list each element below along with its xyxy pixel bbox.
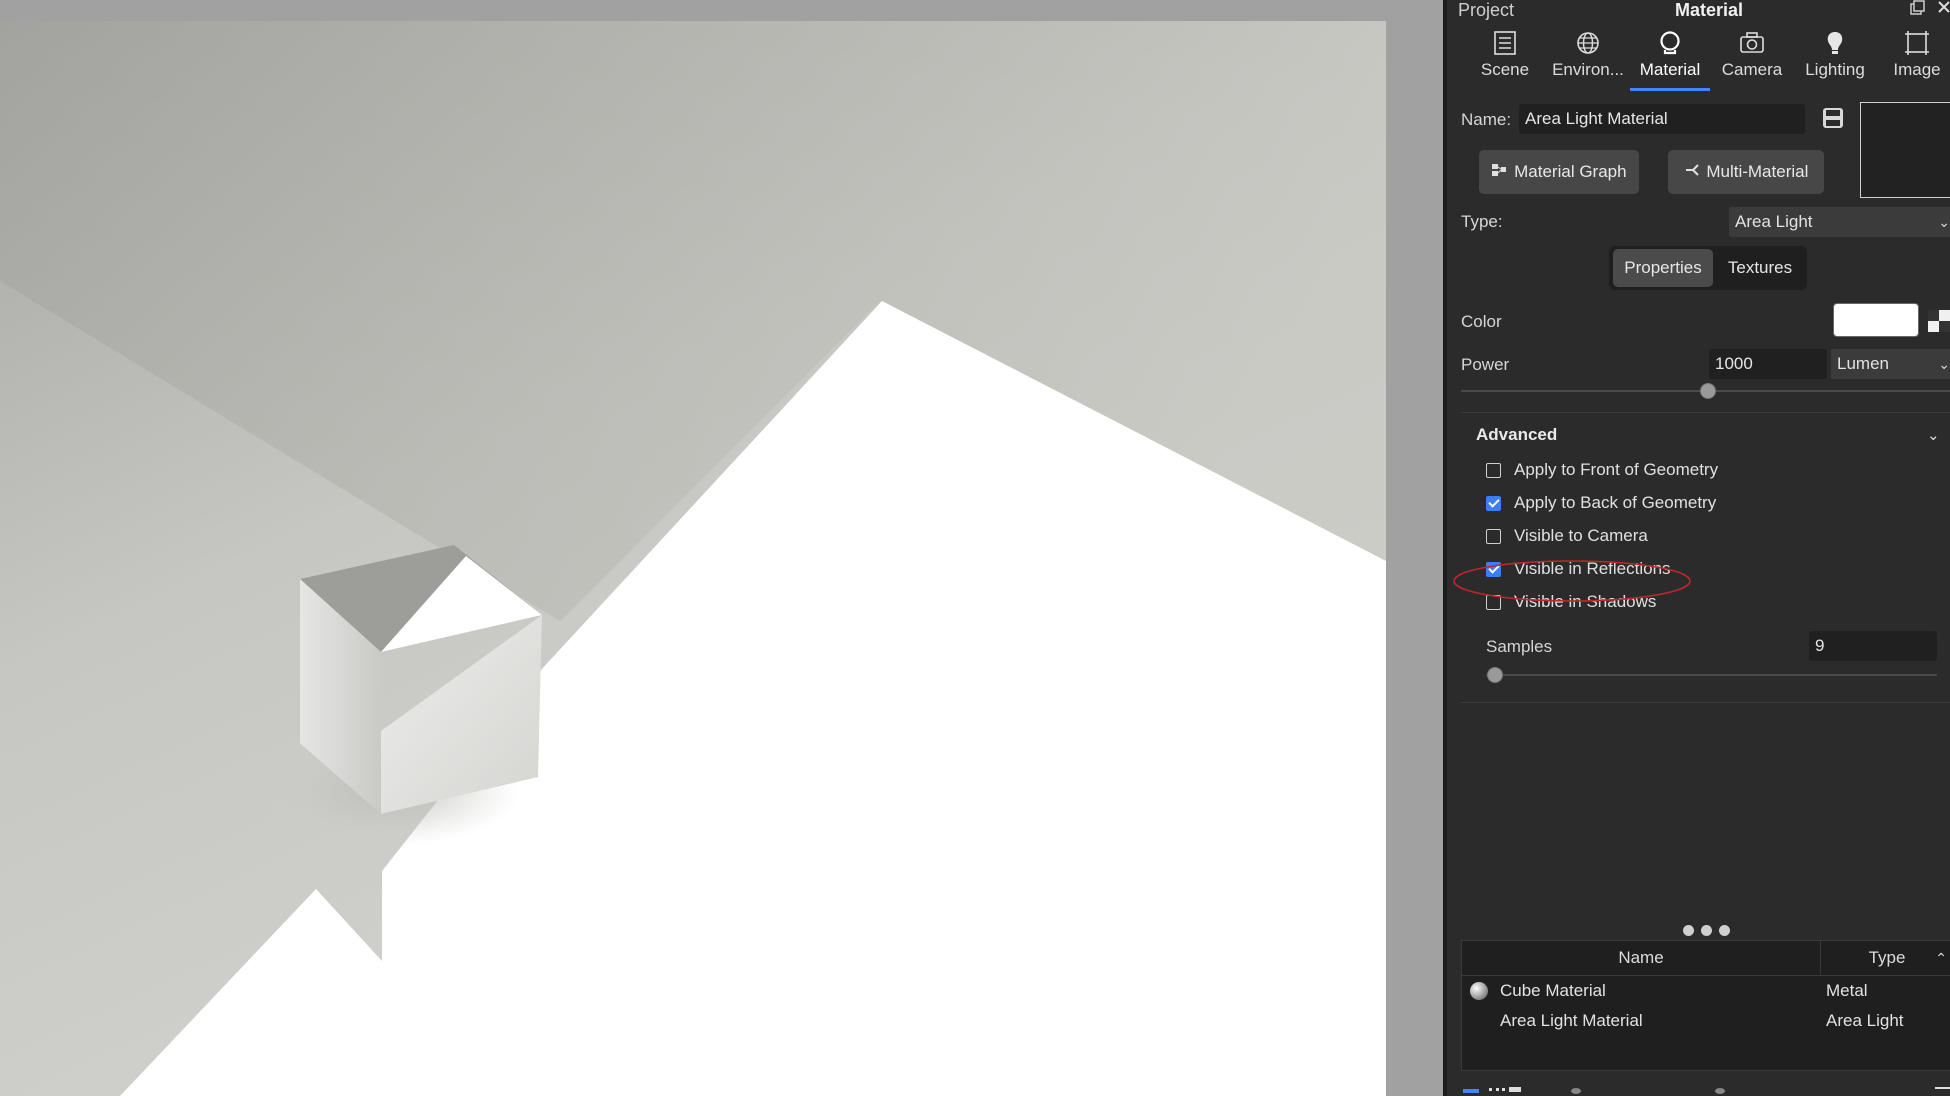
chevron-up-icon: ⌃ (1935, 950, 1947, 966)
power-input[interactable]: 1000 (1709, 349, 1827, 379)
save-material-icon[interactable] (1821, 106, 1845, 135)
delete-icon[interactable] (1935, 1087, 1950, 1095)
segment-textures[interactable]: Textures (1719, 249, 1801, 287)
active-tab-indicator (1630, 88, 1710, 91)
table-cell-type: Area Light (1826, 1011, 1904, 1030)
material-graph-icon (1491, 151, 1507, 195)
material-preview-thumbnail[interactable] (1860, 102, 1950, 198)
grid-view-icon[interactable] (1489, 1088, 1505, 1096)
image-frame-icon (1877, 30, 1950, 58)
table-row[interactable]: Area Light Material Area Light (1462, 1007, 1950, 1037)
texture-checker-icon[interactable] (1928, 310, 1950, 337)
tab-scene[interactable]: Scene (1465, 30, 1545, 80)
type-label: Type: (1461, 212, 1503, 231)
column-header-type[interactable]: Type ⌃ (1821, 941, 1950, 976)
material-graph-button[interactable]: Material Graph (1479, 150, 1639, 194)
checkbox-unchecked[interactable] (1486, 463, 1501, 478)
material-sphere-icon (1630, 30, 1710, 58)
color-label: Color (1461, 312, 1502, 331)
divider (1461, 702, 1950, 703)
viewport-area[interactable] (0, 0, 1443, 1096)
option-label: Apply to Back of Geometry (1514, 493, 1717, 512)
tab-label: Image (1893, 60, 1941, 79)
material-panel: Project Material Scene Environ... Materi… (1443, 0, 1950, 1096)
power-unit-value: Lumen (1837, 354, 1889, 373)
camera-icon (1712, 30, 1792, 58)
name-label: Name: (1461, 110, 1512, 129)
tab-label: Environ... (1552, 60, 1624, 79)
samples-slider-track[interactable] (1486, 674, 1937, 676)
multi-material-button[interactable]: Multi-Material (1668, 150, 1824, 194)
samples-slider-thumb[interactable] (1487, 667, 1504, 683)
render-viewport[interactable] (0, 21, 1386, 1096)
globe-icon (1548, 30, 1628, 58)
size-slider-thumb[interactable] (1571, 1088, 1581, 1094)
undock-icon[interactable] (1909, 0, 1925, 20)
type-select[interactable]: Area Light ⌄ (1729, 207, 1950, 237)
scene-list-icon (1465, 30, 1545, 58)
segment-properties[interactable]: Properties (1613, 249, 1713, 287)
tab-label: Scene (1480, 60, 1530, 79)
add-material-icon[interactable] (1463, 1089, 1479, 1093)
pager-dot[interactable] (1719, 925, 1730, 936)
multi-material-label: Multi-Material (1706, 162, 1809, 181)
bottom-toolbar (1461, 1086, 1950, 1096)
chevron-down-icon: ⌄ (1938, 356, 1950, 372)
table-row[interactable]: Cube Material Metal (1462, 977, 1950, 1007)
highlight-annotation-ellipse (1452, 559, 1692, 603)
column-header-type-label: Type (1868, 948, 1906, 967)
pager-dot[interactable] (1701, 925, 1712, 936)
advanced-section-header[interactable]: Advanced (1476, 425, 1557, 445)
tab-image[interactable]: Image (1877, 30, 1950, 80)
multi-material-icon (1684, 151, 1700, 195)
size-slider-thumb[interactable] (1715, 1088, 1725, 1094)
table-cell-type: Metal (1826, 981, 1868, 1000)
panel-title-project[interactable]: Project (1458, 0, 1514, 21)
tab-lighting[interactable]: Lighting (1795, 30, 1875, 80)
list-view-icon[interactable] (1509, 1087, 1521, 1092)
tab-camera[interactable]: Camera (1712, 30, 1792, 80)
tab-label: Material (1639, 60, 1701, 79)
color-swatch[interactable] (1833, 303, 1919, 337)
table-cell-name: Cube Material (1500, 981, 1606, 1000)
checkbox-checked[interactable] (1486, 496, 1501, 511)
chevron-down-icon[interactable]: ⌄ (1927, 426, 1940, 444)
checkbox-unchecked[interactable] (1486, 529, 1501, 544)
lightbulb-icon (1795, 30, 1875, 58)
option-label: Apply to Front of Geometry (1514, 460, 1719, 479)
close-icon[interactable] (1937, 0, 1950, 18)
material-graph-label: Material Graph (1514, 162, 1627, 181)
panel-title-material: Material (1675, 0, 1744, 20)
metal-sphere-icon (1469, 981, 1489, 1006)
column-header-name[interactable]: Name (1462, 941, 1821, 976)
tab-label: Camera (1721, 60, 1783, 79)
divider (1461, 412, 1950, 413)
power-label: Power (1461, 355, 1510, 374)
samples-input[interactable]: 9 (1809, 631, 1937, 661)
material-name-input[interactable]: Area Light Material (1519, 104, 1805, 134)
type-select-value: Area Light (1735, 212, 1813, 231)
tab-environment[interactable]: Environ... (1548, 30, 1628, 80)
power-unit-select[interactable]: Lumen ⌄ (1831, 349, 1950, 379)
tab-material[interactable]: Material (1630, 30, 1710, 80)
option-label: Visible to Camera (1514, 526, 1648, 545)
power-slider-thumb[interactable] (1699, 383, 1716, 399)
pager-dot[interactable] (1683, 925, 1694, 936)
tab-label: Lighting (1805, 60, 1865, 79)
render-image (0, 21, 1386, 1096)
samples-label: Samples (1486, 637, 1553, 656)
chevron-down-icon: ⌄ (1938, 214, 1950, 230)
table-cell-name: Area Light Material (1500, 1011, 1643, 1030)
materials-table: Name Type ⌃ Cube Material Metal Area Lig… (1461, 940, 1950, 1071)
